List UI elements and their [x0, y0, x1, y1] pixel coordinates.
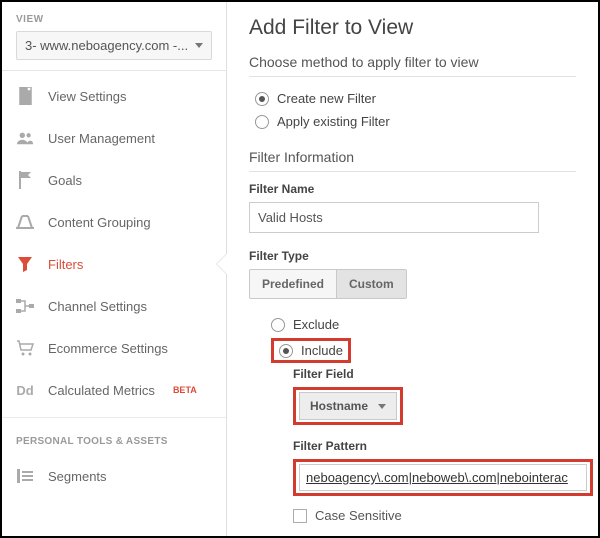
sidebar-item-channel-settings[interactable]: Channel Settings: [2, 285, 226, 327]
filter-name-input[interactable]: [249, 202, 539, 233]
filter-pattern-label: Filter Pattern: [271, 439, 576, 453]
users-icon: [16, 129, 34, 147]
include-highlight: Include: [271, 338, 351, 363]
sidebar-item-label: Filters: [48, 257, 83, 272]
filter-type-custom-button[interactable]: Custom: [336, 269, 407, 299]
case-sensitive-checkbox-row[interactable]: Case Sensitive: [271, 508, 576, 523]
personal-tools-heading: PERSONAL TOOLS & ASSETS: [2, 417, 226, 455]
funnel-icon: [16, 255, 34, 273]
sidebar-item-segments[interactable]: Segments: [2, 455, 226, 497]
page-title: Add Filter to View: [249, 16, 576, 40]
filter-type-predefined-button[interactable]: Predefined: [249, 269, 336, 299]
nav-list: View Settings User Management Goals Cont…: [2, 71, 226, 411]
sidebar-item-view-settings[interactable]: View Settings: [2, 75, 226, 117]
sidebar-item-label: Goals: [48, 173, 82, 188]
filter-type-toggle: Predefined Custom: [249, 269, 576, 299]
document-icon: [16, 87, 34, 105]
filter-field-highlight: Hostname: [293, 387, 403, 425]
view-dropdown[interactable]: 3- www.neboagency.com -...: [16, 31, 212, 60]
segments-icon: [16, 467, 34, 485]
filter-field-label: Filter Field: [271, 367, 576, 381]
radio-include[interactable]: Include: [277, 343, 345, 358]
method-heading: Choose method to apply filter to view: [249, 54, 576, 77]
radio-icon: [255, 92, 269, 106]
filter-info-heading: Filter Information: [249, 149, 576, 172]
radio-exclude[interactable]: Exclude: [271, 313, 576, 336]
sidebar-item-goals[interactable]: Goals: [2, 159, 226, 201]
radio-create-new-filter[interactable]: Create new Filter: [249, 87, 576, 110]
filter-field-dropdown[interactable]: Hostname: [299, 392, 397, 420]
grouping-icon: [16, 213, 34, 231]
sidebar-item-label: Segments: [48, 469, 107, 484]
filter-pattern-input[interactable]: [299, 464, 587, 491]
custom-filter-block: Exclude Include Filter Field Hostname Fi…: [249, 313, 576, 523]
radio-icon: [255, 115, 269, 129]
sidebar-item-user-management[interactable]: User Management: [2, 117, 226, 159]
radio-icon: [279, 344, 293, 358]
sidebar-item-label: Calculated Metrics: [48, 383, 155, 398]
sidebar-item-label: Channel Settings: [48, 299, 147, 314]
sidebar-item-label: Ecommerce Settings: [48, 341, 168, 356]
view-label: VIEW: [16, 14, 212, 25]
filter-name-label: Filter Name: [249, 182, 576, 196]
filter-field-value: Hostname: [310, 399, 368, 413]
dd-icon: Dd: [16, 381, 34, 399]
view-dropdown-value: 3- www.neboagency.com -...: [25, 38, 188, 53]
sidebar-item-label: User Management: [48, 131, 155, 146]
sidebar-item-content-grouping[interactable]: Content Grouping: [2, 201, 226, 243]
caret-down-icon: [195, 43, 203, 48]
radio-label: Include: [301, 343, 343, 358]
sidebar-item-ecommerce-settings[interactable]: Ecommerce Settings: [2, 327, 226, 369]
main-panel: Add Filter to View Choose method to appl…: [227, 2, 598, 536]
sidebar: VIEW 3- www.neboagency.com -... View Set…: [2, 2, 227, 536]
caret-down-icon: [378, 404, 386, 409]
sidebar-item-label: Content Grouping: [48, 215, 151, 230]
channel-icon: [16, 297, 34, 315]
flag-icon: [16, 171, 34, 189]
radio-label: Create new Filter: [277, 91, 376, 106]
view-selector-block: VIEW 3- www.neboagency.com -...: [2, 2, 226, 71]
beta-badge: BETA: [173, 385, 197, 395]
radio-icon: [271, 318, 285, 332]
sidebar-item-filters[interactable]: Filters: [2, 243, 226, 285]
checkbox-icon: [293, 509, 307, 523]
radio-label: Apply existing Filter: [277, 114, 390, 129]
radio-apply-existing-filter[interactable]: Apply existing Filter: [249, 110, 576, 133]
radio-label: Exclude: [293, 317, 339, 332]
filter-type-label: Filter Type: [249, 249, 576, 263]
cart-icon: [16, 339, 34, 357]
sidebar-item-calculated-metrics[interactable]: Dd Calculated Metrics BETA: [2, 369, 226, 411]
sidebar-item-label: View Settings: [48, 89, 127, 104]
filter-pattern-highlight: [293, 459, 593, 496]
checkbox-label: Case Sensitive: [315, 508, 402, 523]
